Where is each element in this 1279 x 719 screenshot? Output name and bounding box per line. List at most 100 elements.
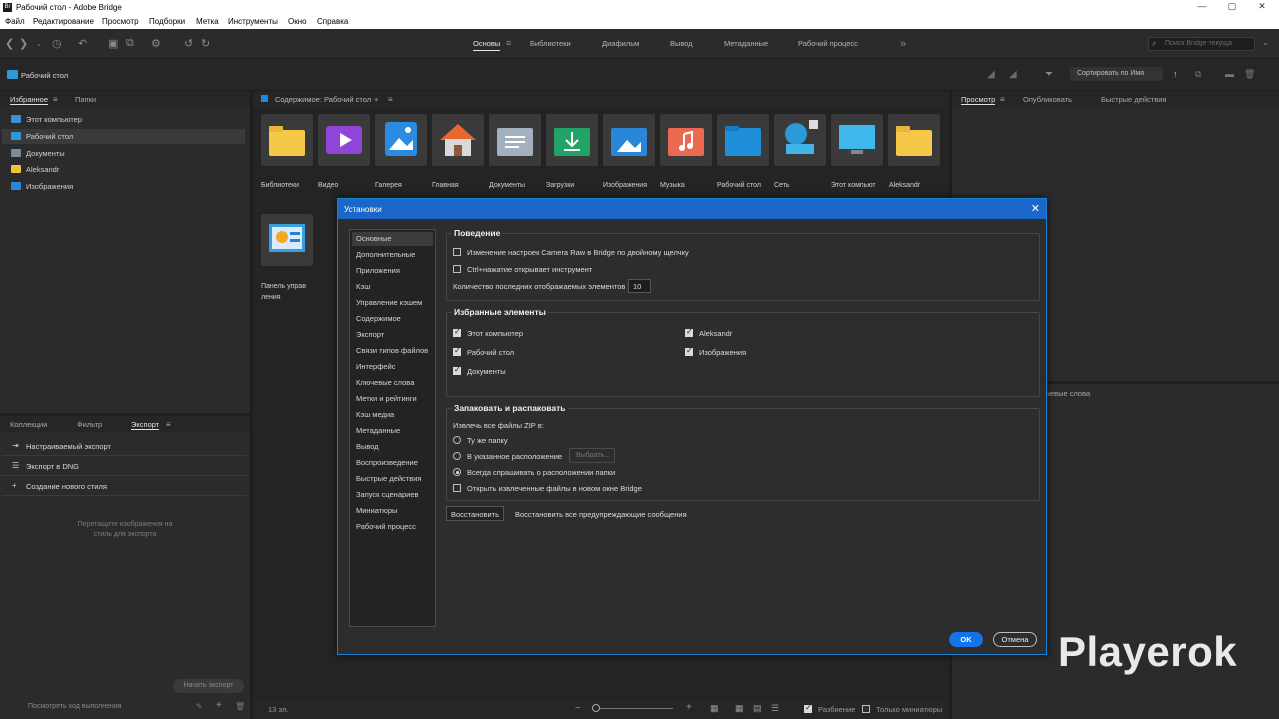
fav-this-computer-checkbox[interactable] [453, 327, 461, 337]
zip-open-new-window-checkbox[interactable] [453, 484, 461, 492]
nav-cache-management[interactable]: Управление кэшем [352, 296, 433, 310]
thumbnail-libraries[interactable] [261, 114, 313, 166]
back-icon[interactable]: ❮ [5, 37, 14, 50]
thumbnail-size-slider[interactable] [593, 708, 673, 709]
nav-content[interactable]: Содержимое [352, 312, 433, 326]
workspace-libraries[interactable]: Библиотеки [530, 39, 571, 48]
refine-icon[interactable]: ⚙ [151, 37, 161, 50]
recent-items-input[interactable]: 10 [628, 279, 651, 293]
zoom-in-icon[interactable]: + [686, 702, 692, 713]
favorite-pictures[interactable]: Изображения [2, 179, 245, 194]
panel-menu-icon[interactable]: ≡ [53, 95, 58, 104]
favorite-documents[interactable]: Документы [2, 146, 245, 161]
ok-button[interactable]: OK [949, 632, 983, 647]
add-tab-icon[interactable]: + [374, 95, 378, 104]
add-icon[interactable]: + [216, 700, 222, 711]
zoom-out-icon[interactable]: − [575, 703, 581, 714]
ctrl-click-checkbox[interactable] [453, 265, 461, 273]
menu-tools[interactable]: Инструменты [228, 17, 278, 26]
photo-downloader-icon[interactable]: ⧉ [126, 37, 134, 50]
thumbnail-documents[interactable] [489, 114, 541, 166]
nav-general[interactable]: Основные [352, 232, 433, 246]
maximize-button[interactable]: ▢ [1222, 1, 1242, 13]
fav-pictures-checkbox[interactable] [685, 346, 693, 356]
fav-aleksandr-checkbox[interactable] [685, 327, 693, 337]
export-preset-custom[interactable]: ⇥ Настраиваемый экспорт [2, 437, 247, 456]
thumbnail-gallery[interactable] [375, 114, 427, 166]
close-window-button[interactable]: ✕ [1252, 1, 1272, 13]
forward-icon[interactable]: ❯ [19, 37, 28, 50]
favorite-aleksandr[interactable]: Aleksandr [2, 162, 245, 177]
panel-menu-icon[interactable]: ≡ [388, 95, 393, 104]
menu-file[interactable]: Файл [5, 17, 25, 26]
nav-labels-ratings[interactable]: Метки и рейтинги [352, 392, 433, 406]
nav-interface[interactable]: Интерфейс [352, 360, 433, 374]
view-thumbnails-icon[interactable]: ▦ [735, 703, 744, 714]
menu-edit[interactable]: Редактирование [33, 17, 94, 26]
tab-collections[interactable]: Коллекции [10, 420, 47, 429]
export-preset-dng[interactable]: ☰ Экспорт в DNG [2, 457, 247, 476]
split-checkbox[interactable] [804, 703, 812, 713]
thumbnail-music[interactable] [660, 114, 712, 166]
workspace-output[interactable]: Вывод [670, 39, 693, 48]
tab-favorites[interactable]: Избранное [10, 95, 49, 105]
rotate-right-icon[interactable]: ↻ [201, 37, 210, 50]
thumbnail-this-computer[interactable] [831, 114, 883, 166]
thumbnails-only-checkbox[interactable] [862, 705, 870, 713]
sort-dropdown[interactable]: Сортировать по Имя [1070, 67, 1163, 81]
edit-icon[interactable]: ✎ [196, 702, 203, 711]
nav-advanced[interactable]: Дополнительные [352, 248, 433, 262]
thumbnail-pictures[interactable] [603, 114, 655, 166]
cancel-button[interactable]: Отмена [993, 632, 1037, 647]
nav-thumbnails[interactable]: Миниатюры [352, 504, 433, 518]
fav-desktop-checkbox[interactable] [453, 346, 461, 356]
thumbnail-aleksandr[interactable] [888, 114, 940, 166]
nav-playback[interactable]: Воспроизведение [352, 456, 433, 470]
nav-metadata[interactable]: Метаданные [352, 424, 433, 438]
nav-file-type-associations[interactable]: Связи типов файлов [352, 344, 433, 358]
workspace-essentials[interactable]: Основы [473, 39, 501, 51]
workspace-workflow[interactable]: Рабочий процесс [798, 39, 858, 48]
menu-help[interactable]: Справка [317, 17, 348, 26]
start-export-button[interactable]: Начать экспорт [173, 679, 244, 693]
tab-preview[interactable]: Просмотр [961, 95, 996, 105]
menu-label[interactable]: Метка [196, 17, 219, 26]
search-input[interactable]: Поиск Bridge текуща [1148, 37, 1255, 51]
zip-same-folder-radio[interactable] [453, 436, 461, 444]
thumbnail-network[interactable] [774, 114, 826, 166]
thumbnail-control-panel[interactable] [261, 214, 313, 266]
export-progress-link[interactable]: Посмотреть ход выполнения [28, 703, 121, 710]
menu-stacks[interactable]: Подборки [149, 17, 185, 26]
tab-publish[interactable]: Опубликовать [1023, 95, 1072, 104]
rating-filter-icon[interactable]: ◢ [987, 69, 995, 80]
reset-warnings-button[interactable]: Восстановить [446, 506, 504, 521]
thumbnail-home[interactable] [432, 114, 484, 166]
view-details-icon[interactable]: ▤ [753, 703, 762, 714]
panel-menu-icon[interactable]: ≡ [166, 420, 171, 429]
favorite-this-computer[interactable]: Этот компьютер [2, 112, 245, 127]
menu-window[interactable]: Окно [288, 17, 307, 26]
workspace-metadata[interactable]: Метаданные [724, 39, 768, 48]
tab-export[interactable]: Экспорт [131, 420, 160, 430]
filter-icon[interactable]: ⏷ [1045, 69, 1053, 80]
panel-menu-icon[interactable]: ≡ [1000, 95, 1005, 104]
nav-cache[interactable]: Кэш [352, 280, 433, 294]
favorite-desktop[interactable]: Рабочий стол [2, 129, 245, 144]
workspace-filmstrip[interactable]: Диафильм [602, 39, 639, 48]
menu-view[interactable]: Просмотр [102, 17, 139, 26]
nav-quick-actions[interactable]: Быстрые действия [352, 472, 433, 486]
nav-workflow[interactable]: Рабочий процесс [352, 520, 433, 534]
zip-always-ask-radio[interactable] [453, 468, 461, 476]
thumbnail-desktop[interactable] [717, 114, 769, 166]
history-icon[interactable]: ◷ [52, 37, 62, 50]
nav-keywords[interactable]: Ключевые слова [352, 376, 433, 390]
create-new-preset[interactable]: + Создание нового стиля [2, 477, 247, 496]
thumbnail-downloads[interactable] [546, 114, 598, 166]
chevron-down-icon[interactable]: ⌄ [36, 40, 42, 48]
search-dropdown-icon[interactable]: ⌄ [1262, 38, 1269, 47]
grid-lock-icon[interactable]: ▦ [710, 703, 719, 714]
breadcrumb[interactable]: Рабочий стол [21, 71, 68, 80]
tab-filter[interactable]: Фильтр [77, 420, 102, 429]
tab-folders[interactable]: Папки [75, 95, 96, 104]
open-recent-icon[interactable]: ⧉ [1195, 69, 1201, 80]
